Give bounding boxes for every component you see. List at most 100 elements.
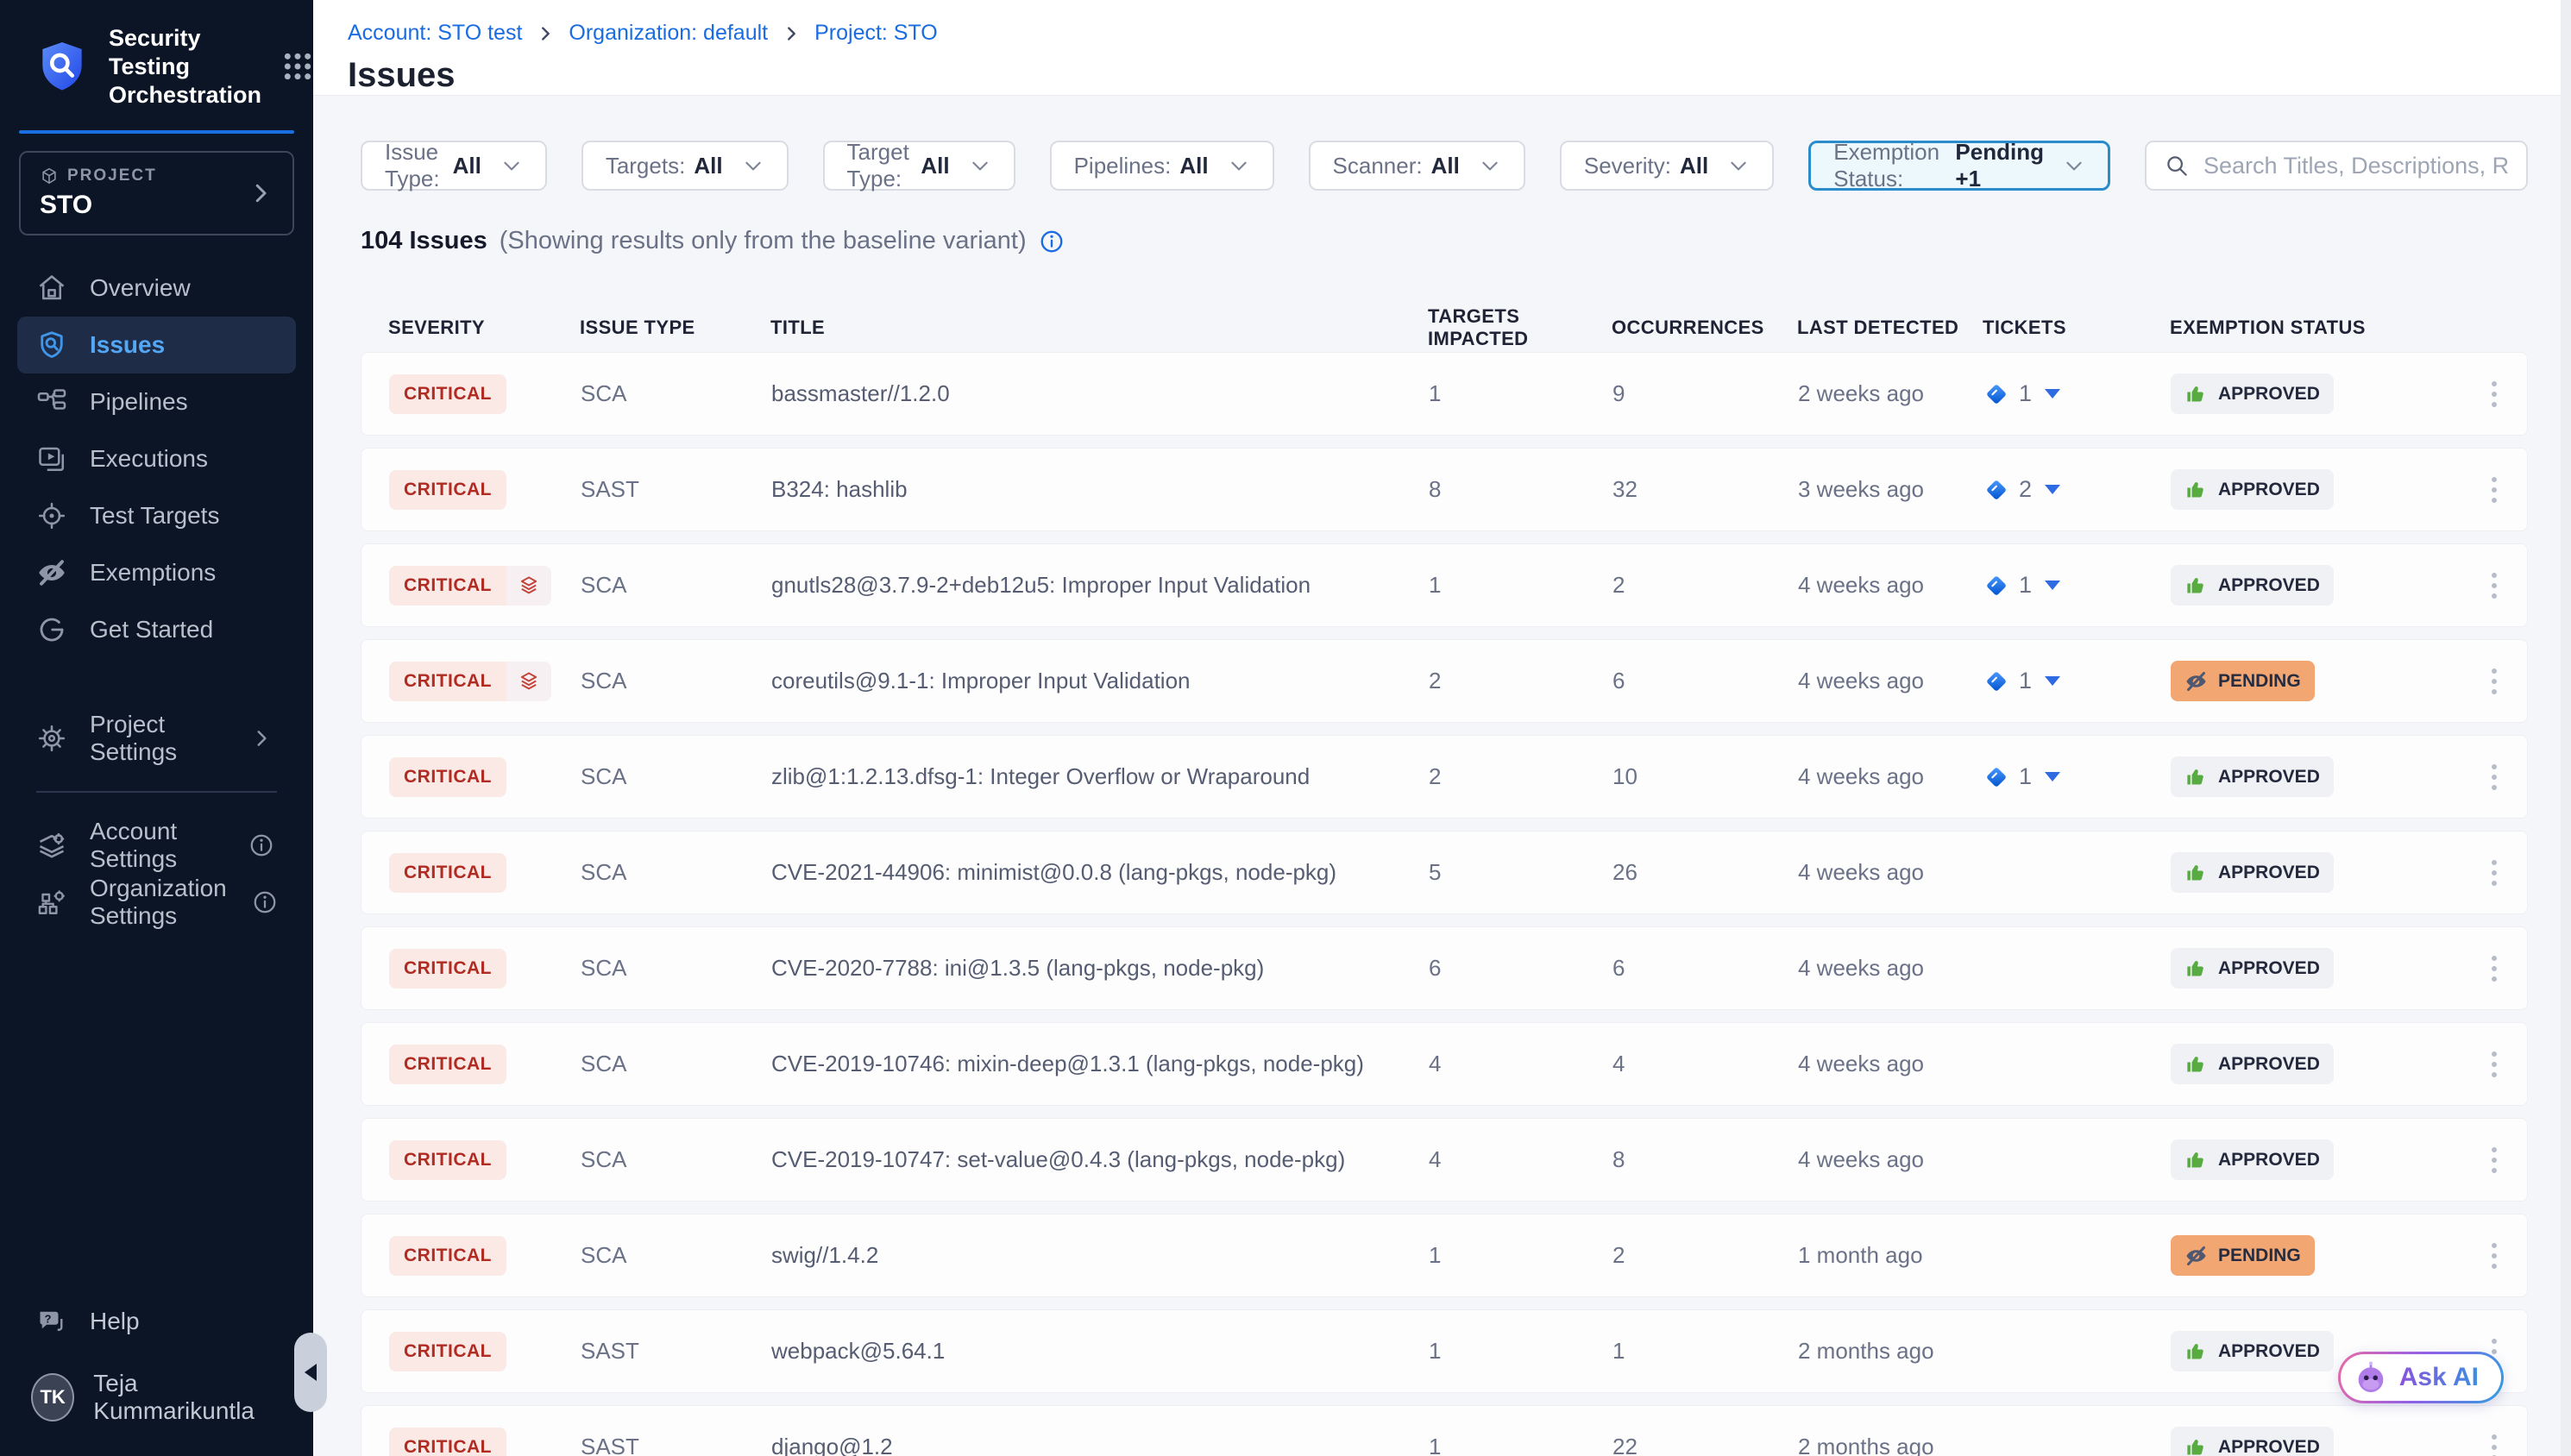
filter-dropdown-severity[interactable]: Severity:All (1560, 141, 1774, 191)
targets-impacted-cell: 1 (1429, 1242, 1612, 1269)
table-row[interactable]: CRITICAL SCAzlib@1:1.2.13.dfsg-1: Intege… (361, 735, 2528, 819)
scrollbar-track[interactable] (2561, 0, 2571, 1456)
severity-badge: CRITICAL (389, 1045, 506, 1084)
thumbs-up-icon (2184, 574, 2208, 597)
ticket-count: 1 (2019, 572, 2032, 599)
sidebar-item-label: Account Settings (90, 818, 223, 873)
sidebar-item-pipelines[interactable]: Pipelines (17, 373, 296, 430)
sidebar-item-test-targets[interactable]: Test Targets (17, 487, 296, 544)
row-menu-kebab-icon[interactable] (2477, 1233, 2511, 1278)
row-menu-kebab-icon[interactable] (2477, 1138, 2511, 1183)
chevron-down-icon (1479, 154, 1501, 177)
occurrences-cell: 1 (1612, 1338, 1798, 1365)
cube-icon (40, 166, 59, 185)
table-row[interactable]: CRITICAL SASTwebpack@5.64.1112 months ag… (361, 1309, 2528, 1393)
issue-type-cell: SCA (581, 1051, 771, 1077)
issue-title[interactable]: django@1.2 (771, 1434, 1429, 1456)
exemption-status-label: APPROVED (2218, 863, 2320, 883)
chevron-right-icon (246, 723, 277, 754)
issue-type-cell: SCA (581, 763, 771, 790)
filter-dropdown-scanner[interactable]: Scanner:All (1309, 141, 1525, 191)
ticket-dropdown[interactable]: 2 (1983, 476, 2171, 503)
exemption-status-label: APPROVED (2218, 575, 2320, 596)
table-row[interactable]: CRITICAL SCAbassmaster//1.2.0192 weeks a… (361, 352, 2528, 436)
sidebar-item-overview[interactable]: Overview (17, 260, 296, 317)
sidebar-item-account-settings[interactable]: Account Settings (17, 817, 296, 874)
table-row[interactable]: CRITICAL SCACVE-2020-7788: ini@1.3.5 (la… (361, 926, 2528, 1010)
issue-title[interactable]: CVE-2021-44906: minimist@0.0.8 (lang-pkg… (771, 859, 1429, 886)
filter-dropdown-exemption-status[interactable]: Exemption Status:Pending +1 (1808, 141, 2110, 191)
module-grid-icon[interactable] (280, 49, 315, 84)
jira-icon (1983, 573, 2009, 599)
issue-title[interactable]: CVE-2020-7788: ini@1.3.5 (lang-pkgs, nod… (771, 955, 1429, 982)
filter-dropdown-targets[interactable]: Targets:All (581, 141, 789, 191)
issue-title[interactable]: CVE-2019-10746: mixin-deep@1.3.1 (lang-p… (771, 1051, 1429, 1077)
row-menu-kebab-icon[interactable] (2477, 468, 2511, 512)
issue-title[interactable]: swig//1.4.2 (771, 1242, 1429, 1269)
filter-dropdown-pipelines[interactable]: Pipelines:All (1050, 141, 1274, 191)
info-icon[interactable] (246, 830, 277, 861)
ticket-dropdown[interactable]: 1 (1983, 380, 2171, 407)
sidebar-item-label: Get Started (90, 616, 213, 643)
table-row[interactable]: CRITICAL SCACVE-2021-44906: minimist@0.0… (361, 831, 2528, 914)
breadcrumb-link[interactable]: Project: STO (814, 21, 938, 46)
filter-dropdown-issue-type[interactable]: Issue Type:All (361, 141, 547, 191)
chevron-down-icon (500, 154, 523, 177)
targets-impacted-cell: 4 (1429, 1051, 1612, 1077)
row-menu-kebab-icon[interactable] (2477, 1425, 2511, 1456)
table-row[interactable]: CRITICAL SCAswig//1.4.2121 month ago PEN… (361, 1214, 2528, 1297)
sidebar-item-exemptions[interactable]: Exemptions (17, 544, 296, 601)
issue-title[interactable]: B324: hashlib (771, 476, 1429, 503)
filter-dropdown-target-type[interactable]: Target Type:All (823, 141, 1015, 191)
row-menu-kebab-icon[interactable] (2477, 850, 2511, 895)
column-header: EXEMPTION STATUS (2170, 317, 2476, 339)
ticket-dropdown[interactable]: 1 (1983, 668, 2171, 694)
breadcrumb-link[interactable]: Account: STO test (348, 21, 522, 46)
ticket-dropdown[interactable]: 1 (1983, 763, 2171, 790)
sidebar-item-help[interactable]: ? Help (0, 1296, 313, 1347)
table-row[interactable]: CRITICAL SCACVE-2019-10746: mixin-deep@1… (361, 1022, 2528, 1106)
filter-bar: Issue Type:All Targets:All Target Type:All… (361, 141, 2528, 191)
page-title: Issues (348, 56, 2571, 95)
issue-title[interactable]: coreutils@9.1-1: Improper Input Validati… (771, 668, 1429, 694)
table-row[interactable]: CRITICAL SCAgnutls28@3.7.9-2+deb12u5: Im… (361, 543, 2528, 627)
issue-title[interactable]: CVE-2019-10747: set-value@0.4.3 (lang-pk… (771, 1146, 1429, 1173)
user-menu[interactable]: TK Teja Kummarikuntla (0, 1347, 313, 1456)
breadcrumb-separator-icon (782, 24, 801, 43)
breadcrumb-link[interactable]: Organization: default (569, 21, 768, 46)
sidebar-item-label: Organization Settings (90, 875, 227, 930)
table-row[interactable]: CRITICAL SASTB324: hashlib8323 weeks ago… (361, 448, 2528, 531)
info-icon[interactable] (1039, 229, 1065, 254)
issue-title[interactable]: bassmaster//1.2.0 (771, 380, 1429, 407)
table-row[interactable]: CRITICAL SCACVE-2019-10747: set-value@0.… (361, 1118, 2528, 1202)
sidebar-item-get-started[interactable]: Get Started (17, 601, 296, 658)
ask-ai-button[interactable]: Ask AI (2338, 1352, 2504, 1403)
project-selector[interactable]: PROJECT STO (19, 151, 294, 235)
sidebar-item-issues[interactable]: Issues (17, 317, 296, 373)
issue-title[interactable]: zlib@1:1.2.13.dfsg-1: Integer Overflow o… (771, 763, 1429, 790)
issue-title[interactable]: gnutls28@3.7.9-2+deb12u5: Improper Input… (771, 572, 1429, 599)
info-icon[interactable] (249, 887, 280, 918)
row-menu-kebab-icon[interactable] (2477, 1042, 2511, 1087)
row-menu-kebab-icon[interactable] (2477, 372, 2511, 417)
row-menu-kebab-icon[interactable] (2477, 659, 2511, 704)
targets-impacted-cell: 8 (1429, 476, 1612, 503)
chevron-down-icon (969, 154, 991, 177)
sidebar-item-organization-settings[interactable]: Organization Settings (17, 874, 296, 931)
sidebar-collapse-handle[interactable] (294, 1333, 327, 1412)
sidebar: Security Testing Orchestration PROJECT S… (0, 0, 313, 1456)
row-menu-kebab-icon[interactable] (2477, 946, 2511, 991)
table-row[interactable]: CRITICAL SCAcoreutils@9.1-1: Improper In… (361, 639, 2528, 723)
row-menu-kebab-icon[interactable] (2477, 563, 2511, 608)
occurrences-cell: 6 (1612, 955, 1798, 982)
table-row[interactable]: CRITICAL SASTdjango@1.21222 months ago A… (361, 1405, 2528, 1456)
last-detected-cell: 3 weeks ago (1798, 476, 1983, 503)
search-input[interactable] (2203, 153, 2509, 179)
issue-title[interactable]: webpack@5.64.1 (771, 1338, 1429, 1365)
layers-icon (517, 669, 541, 693)
thumbs-up-icon (2184, 765, 2208, 788)
sidebar-item-project-settings[interactable]: Project Settings (17, 710, 296, 767)
ticket-dropdown[interactable]: 1 (1983, 572, 2171, 599)
row-menu-kebab-icon[interactable] (2477, 755, 2511, 800)
sidebar-item-executions[interactable]: Executions (17, 430, 296, 487)
